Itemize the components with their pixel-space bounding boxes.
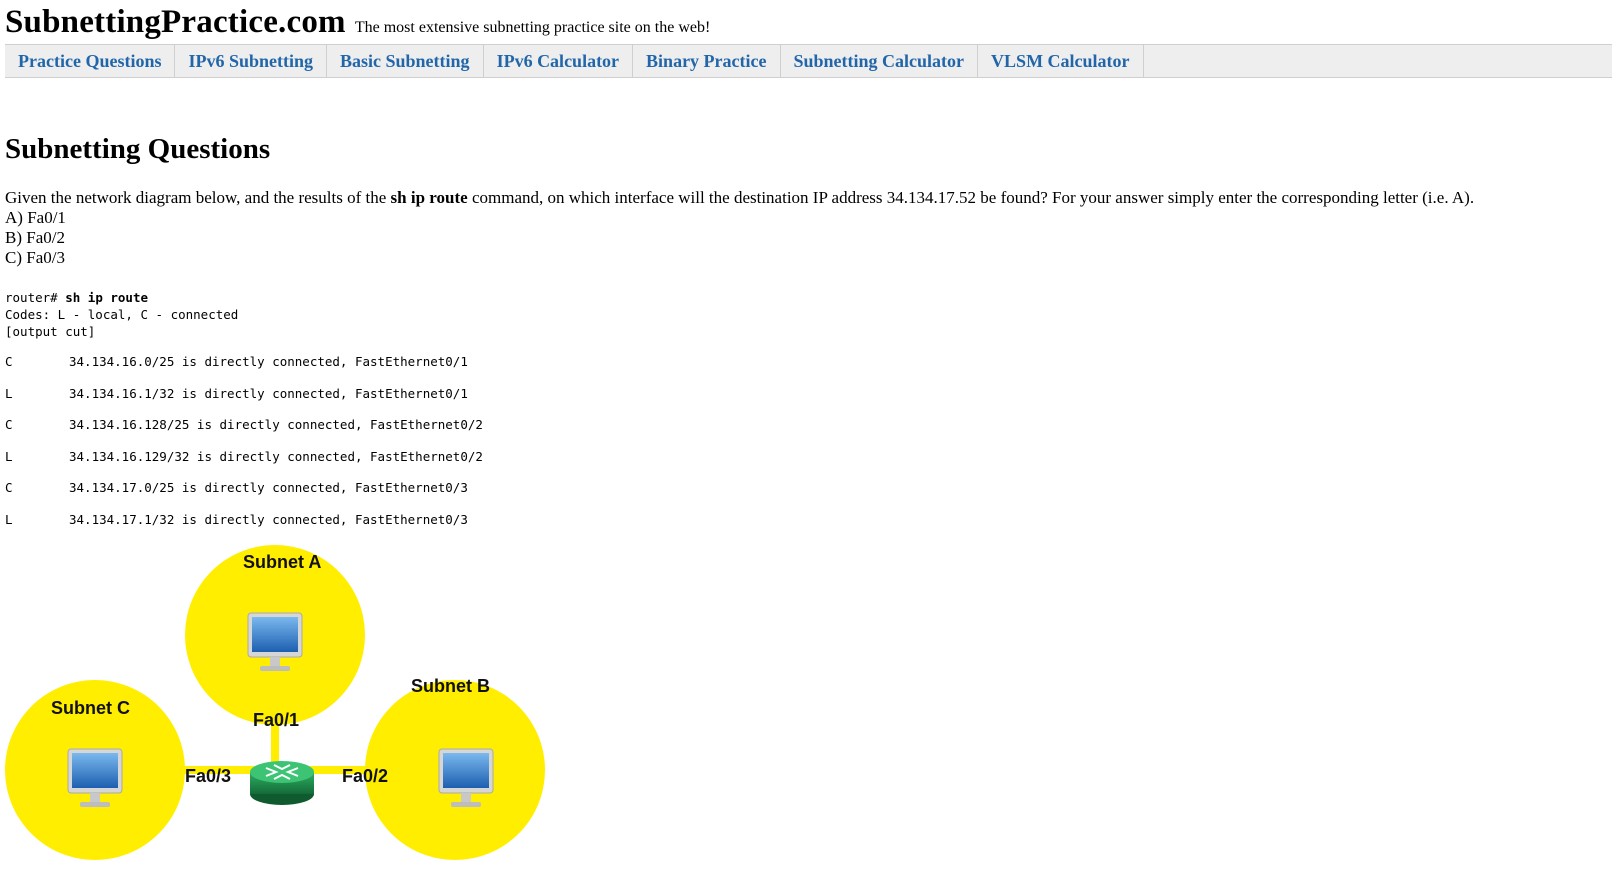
route-table: C 34.134.16.0/25 is directly connected, F… bbox=[5, 354, 483, 544]
route-text: 34.134.16.0/25 is directly connected, Fa… bbox=[69, 354, 468, 369]
subnet-b-label: Subnet B bbox=[411, 676, 490, 696]
route-text: 34.134.17.0/25 is directly connected, Fa… bbox=[69, 480, 468, 496]
route-row: C 34.134.16.0/25 is directly connected, F… bbox=[5, 354, 483, 386]
cli-output: router# sh ip route Codes: L - local, C … bbox=[5, 289, 238, 340]
cli-prompt: router# bbox=[5, 290, 66, 305]
nav-bar: Practice Questions IPv6 Subnetting Basic… bbox=[5, 44, 1612, 78]
nav-binary-practice[interactable]: Binary Practice bbox=[633, 45, 781, 77]
option-b: B) Fa0/2 bbox=[5, 228, 65, 247]
nav-ipv6-calculator[interactable]: IPv6 Calculator bbox=[484, 45, 634, 77]
subnet-c-label: Subnet C bbox=[51, 698, 130, 718]
option-a: A) Fa0/1 bbox=[5, 208, 66, 227]
iface-fa0-1-label: Fa0/1 bbox=[253, 710, 299, 730]
route-text: 34.134.17.1/32 is directly connected, Fa… bbox=[69, 511, 468, 527]
route-text: 34.134.16.1/32 is directly connected, Fa… bbox=[69, 385, 468, 401]
route-code: L bbox=[5, 448, 13, 464]
route-text: 34.134.16.128/25 is directly connected, … bbox=[69, 417, 483, 433]
iface-fa0-3-label: Fa0/3 bbox=[185, 766, 231, 786]
cli-codes-line: Codes: L - local, C - connected bbox=[5, 307, 239, 322]
route-code: C bbox=[5, 417, 13, 433]
route-row: L 34.134.17.1/32 is directly connected, F… bbox=[5, 512, 483, 544]
cli-command: sh ip route bbox=[65, 290, 149, 305]
route-row: C 34.134.16.128/25 is directly connected,… bbox=[5, 417, 483, 449]
nav-practice-questions[interactable]: Practice Questions bbox=[5, 45, 176, 77]
subnet-a-label: Subnet A bbox=[243, 552, 321, 572]
route-code: C bbox=[5, 354, 13, 369]
question-block: Given the network diagram below, and the… bbox=[5, 188, 1605, 268]
iface-fa0-2-label: Fa0/2 bbox=[342, 766, 388, 786]
route-code: L bbox=[5, 385, 13, 401]
network-diagram: Subnet A Subnet B Subnet C Fa0/1 Fa0/2 F… bbox=[5, 545, 545, 860]
route-code: C bbox=[5, 480, 13, 496]
site-header: SubnettingPractice.com The most extensiv… bbox=[5, 4, 710, 41]
nav-basic-subnetting[interactable]: Basic Subnetting bbox=[327, 45, 484, 77]
site-tagline: The most extensive subnetting practice s… bbox=[354, 19, 711, 36]
page-heading: Subnetting Questions bbox=[5, 133, 271, 165]
site-title[interactable]: SubnettingPractice.com bbox=[5, 4, 346, 40]
question-command: sh ip route bbox=[390, 188, 468, 207]
question-text-prefix: Given the network diagram below, and the… bbox=[5, 188, 391, 207]
route-code: L bbox=[5, 511, 13, 527]
nav-subnetting-calculator[interactable]: Subnetting Calculator bbox=[781, 45, 979, 77]
option-c: C) Fa0/3 bbox=[5, 248, 65, 267]
nav-vlsm-calculator[interactable]: VLSM Calculator bbox=[978, 45, 1144, 77]
nav-ipv6-subnetting[interactable]: IPv6 Subnetting bbox=[175, 45, 328, 77]
route-row: L 34.134.16.1/32 is directly connected, F… bbox=[5, 386, 483, 418]
router-icon bbox=[250, 761, 314, 805]
question-text-suffix: command, on which interface will the des… bbox=[467, 188, 1475, 207]
route-row: L 34.134.16.129/32 is directly connected,… bbox=[5, 449, 483, 481]
route-row: C 34.134.17.0/25 is directly connected, F… bbox=[5, 480, 483, 512]
route-text: 34.134.16.129/32 is directly connected, … bbox=[69, 448, 483, 464]
cli-output-cut: [output cut] bbox=[5, 324, 96, 339]
